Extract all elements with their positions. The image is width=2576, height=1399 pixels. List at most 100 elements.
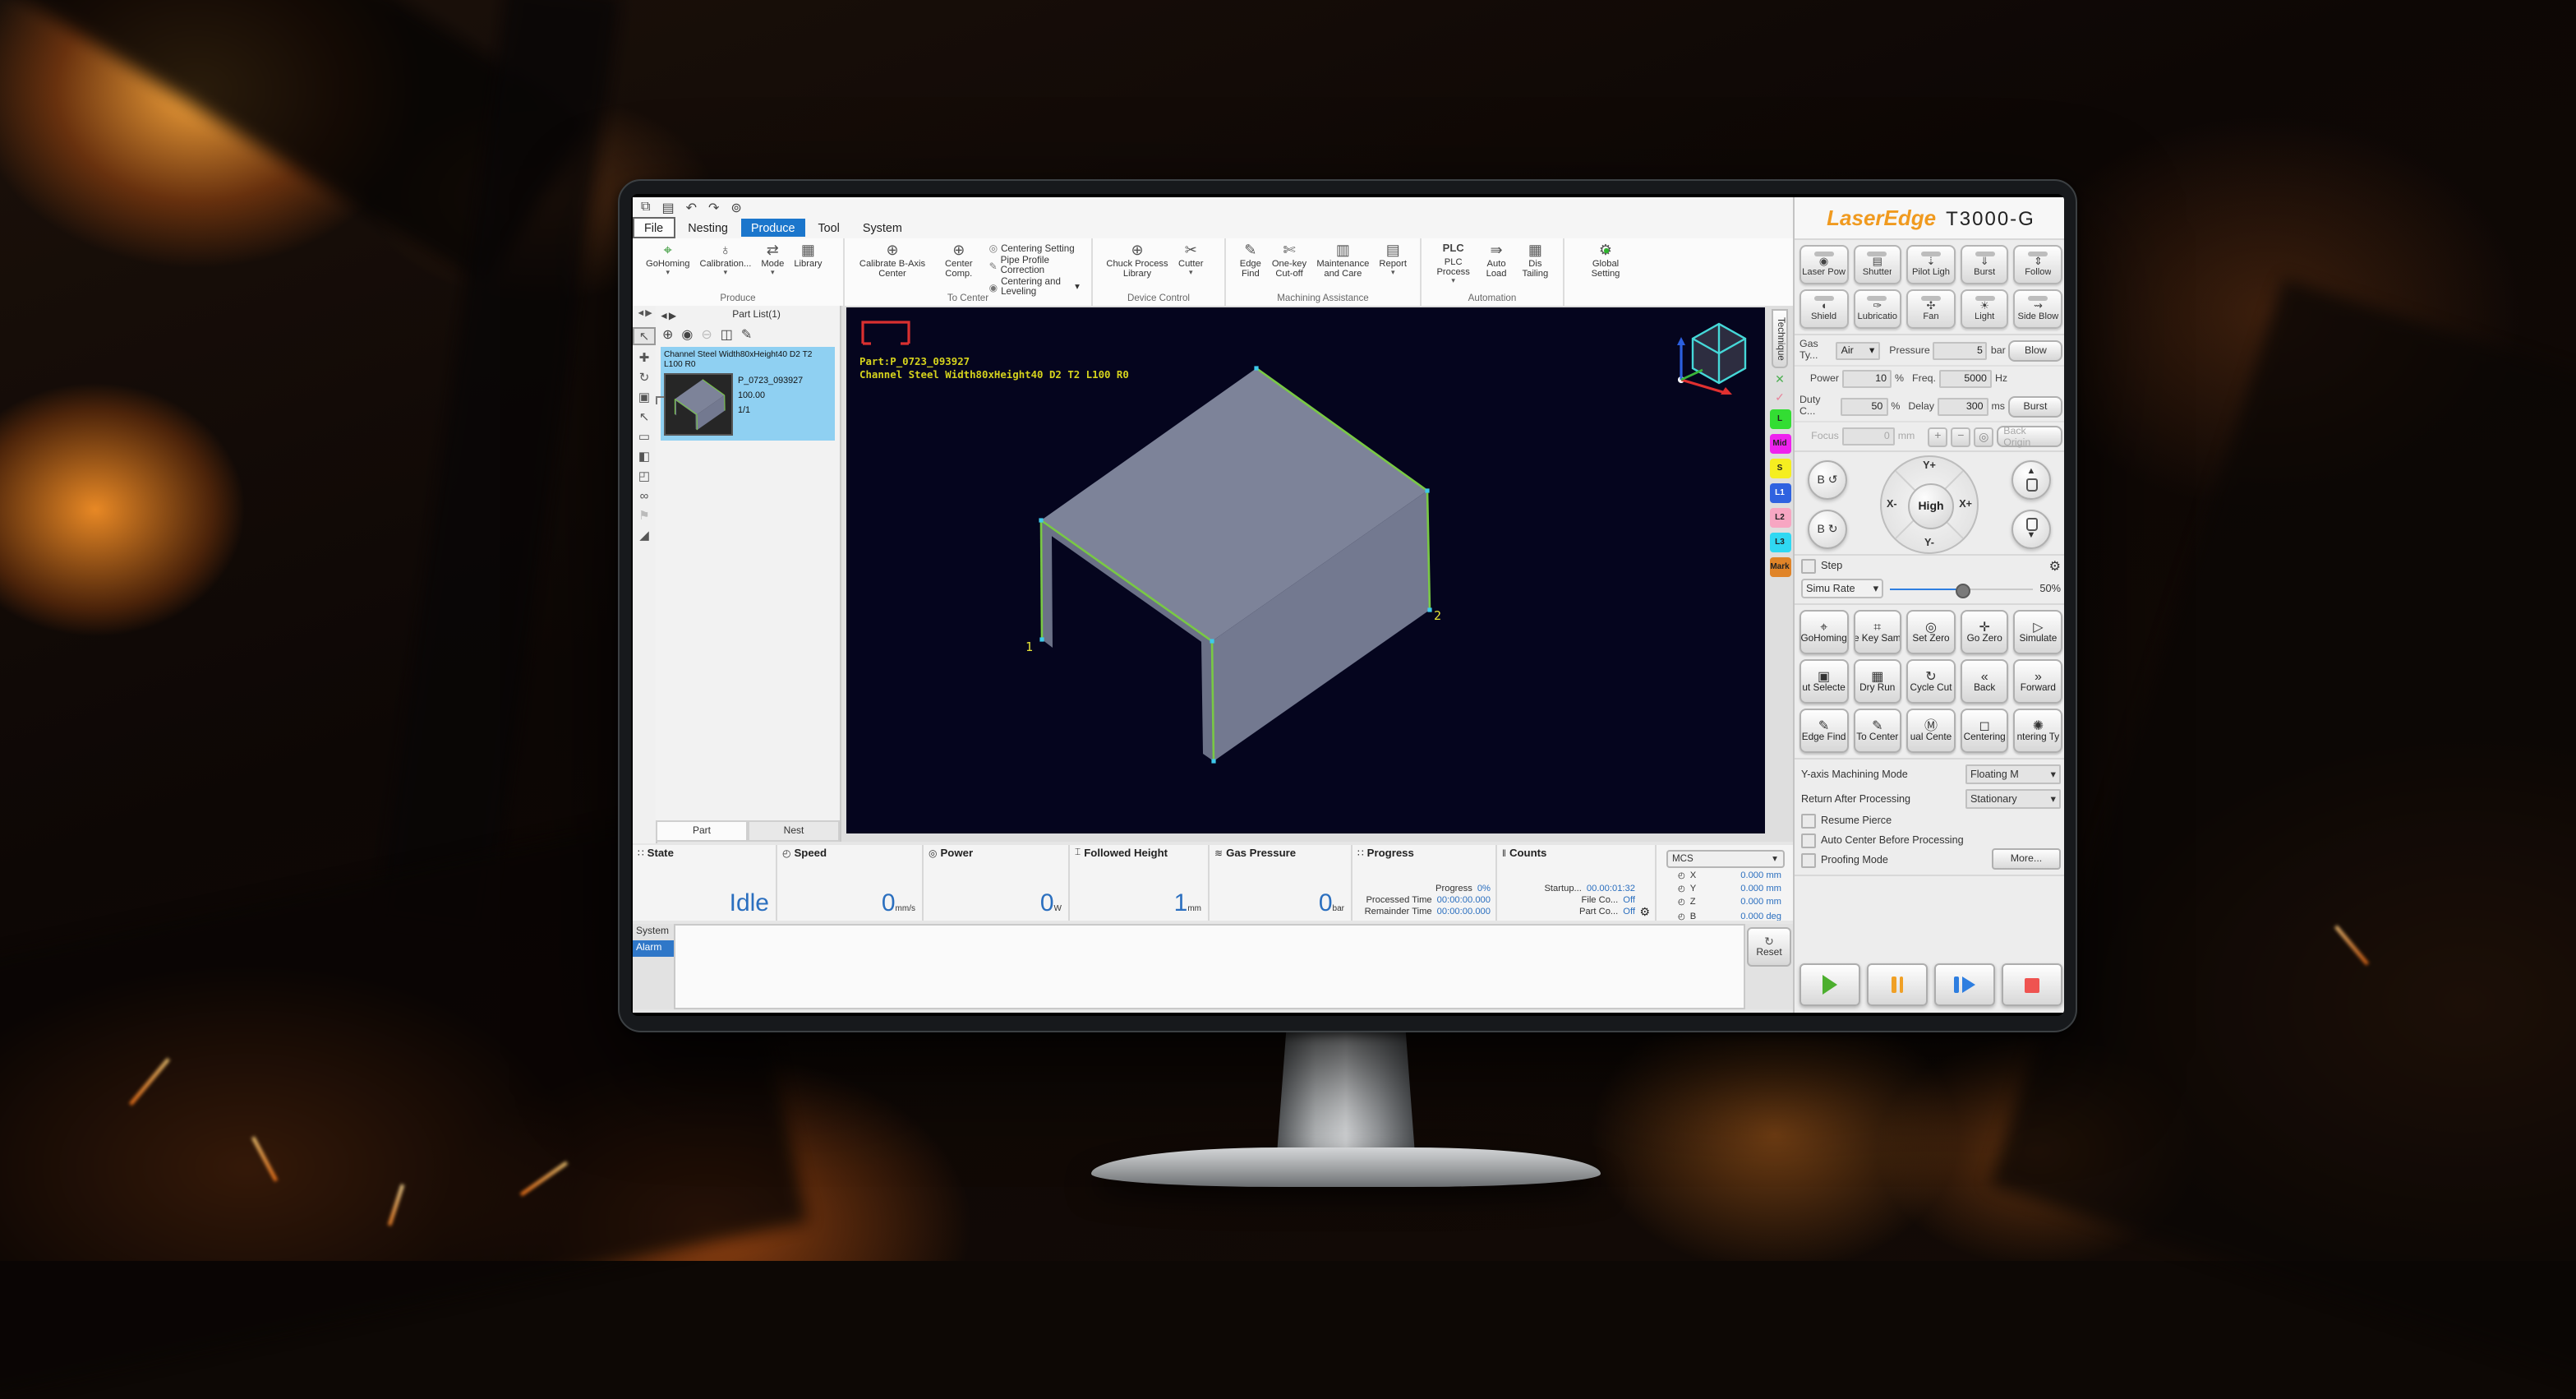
ribbon-edge-find[interactable]: ✎ Edge Find [1239, 242, 1262, 280]
reset-button[interactable]: ↻ Reset [1747, 927, 1791, 967]
layer-chip-Mid[interactable]: Mid [1769, 435, 1790, 455]
simulate-button[interactable]: ▷Simulate [2014, 610, 2062, 654]
measure-icon[interactable]: ▭ [634, 429, 654, 444]
jog-y-minus[interactable]: Y- [1924, 538, 1934, 549]
cycle-cut-button[interactable]: ↻Cycle Cut [1906, 659, 1955, 704]
tab-system-log[interactable]: System [633, 924, 674, 940]
centering-type-button[interactable]: ✺ntering Ty [2014, 709, 2062, 753]
shield-toggle[interactable]: ◖Shield [1800, 289, 1848, 329]
model-view-icon[interactable]: ◫ [721, 327, 733, 342]
dry-run-button[interactable]: ▦Dry Run [1853, 659, 1901, 704]
go-zero-button[interactable]: ✛Go Zero [1961, 610, 2009, 654]
focus-minus-button[interactable]: − [1951, 427, 1970, 446]
add-part-icon[interactable]: ⊕ [662, 327, 673, 342]
menu-tool[interactable]: Tool [809, 219, 850, 237]
coordinate-system-select[interactable]: MCS ▾ [1666, 850, 1784, 868]
layer-chip-L[interactable]: L [1769, 410, 1790, 430]
ribbon-calibration[interactable]: ♁ Calibration... ▾ [700, 242, 752, 276]
focus-plus-button[interactable]: + [1928, 427, 1947, 446]
ribbon-calibrate-b-axis[interactable]: ⊕ Calibrate B-Axis Center [858, 242, 927, 280]
orbit-icon[interactable]: ↻ [634, 370, 654, 385]
resume-button[interactable] [1934, 963, 1995, 1006]
start-button[interactable] [1800, 963, 1860, 1006]
manual-center-button[interactable]: Ⓜual Cente [1906, 709, 1955, 753]
back-origin-button[interactable]: Back Origin [1997, 426, 2062, 447]
collapse-panel-icon[interactable]: ◄▶ [634, 307, 654, 322]
log-view[interactable] [674, 924, 1745, 1009]
view-cube[interactable] [1670, 317, 1755, 396]
new-file-icon[interactable]: ⧉ [641, 199, 650, 215]
auto-center-checkbox[interactable] [1801, 833, 1816, 848]
centering-setting[interactable]: ◎ Centering Setting [989, 243, 1080, 255]
proofing-mode-checkbox[interactable] [1801, 853, 1816, 868]
light-toggle[interactable]: ☀Light [1961, 289, 2009, 329]
pilot-light-toggle[interactable]: ⇣Pilot Ligh [1906, 245, 1955, 284]
peak-power-input[interactable]: 10 [1842, 370, 1892, 388]
cut-selected-button[interactable]: ▣ut Selecte [1800, 659, 1848, 704]
layer-chip-L2[interactable]: L2 [1769, 509, 1790, 529]
simu-rate-select[interactable]: Simu Rate▾ [1801, 579, 1883, 598]
help-icon[interactable]: ⊚ [730, 200, 741, 215]
jog-x-minus[interactable]: X- [1887, 499, 1897, 510]
step-checkbox[interactable] [1801, 559, 1816, 574]
jog-y-plus[interactable]: Y+ [1923, 460, 1936, 472]
focus-origin-button[interactable]: ◎ [1974, 427, 1993, 446]
part-list-item[interactable]: Channel Steel Width80xHeight40 D2 T2 L10… [661, 347, 835, 441]
counts-settings-gear-icon[interactable]: ⚙ [1639, 906, 1650, 919]
tab-part[interactable]: Part [656, 820, 748, 842]
centering-button[interactable]: ◻Centering [1961, 709, 2009, 753]
side-blow-toggle[interactable]: ⇝Side Blow [2014, 289, 2062, 329]
apply-check-icon[interactable]: ✓ [1775, 392, 1785, 405]
collapse-icon[interactable]: ◄▶ [659, 310, 676, 321]
resume-pierce-checkbox[interactable] [1801, 814, 1816, 829]
save-icon[interactable]: ▤ [661, 200, 674, 215]
pick-arrow-icon[interactable]: ↖ [634, 409, 654, 424]
return-mode-select[interactable]: Stationary▾ [1965, 789, 2061, 809]
menu-file[interactable]: File [633, 217, 675, 238]
layer-chip-Mark[interactable]: Mark [1769, 558, 1790, 578]
laser-power-toggle[interactable]: ◉Laser Pow [1800, 245, 1848, 284]
fan-toggle[interactable]: ✣Fan [1906, 289, 1955, 329]
shutter-toggle[interactable]: ▤Shutter [1853, 245, 1901, 284]
back-button[interactable]: «Back [1961, 659, 2009, 704]
one-key-sample-button[interactable]: ⌗e Key Sam [1853, 610, 1901, 654]
pressure-input[interactable]: 5 [1933, 341, 1988, 359]
tab-alarm-log[interactable]: Alarm [633, 940, 674, 957]
ribbon-center-comp[interactable]: ⊕ Center Comp. [937, 242, 981, 280]
layer-chip-L1[interactable]: L1 [1769, 484, 1790, 504]
inspect-icon[interactable]: ∞ [634, 488, 654, 503]
b-axis-cw-button[interactable]: B ↻ [1808, 510, 1847, 549]
freq-input[interactable]: 5000 [1939, 370, 1992, 388]
pipe-profile-correction[interactable]: ✎ Pipe Profile Correction [989, 256, 1080, 276]
tab-nest[interactable]: Nest [748, 820, 840, 842]
z-down-button[interactable]: ▼ [2011, 510, 2051, 549]
edge-find-button[interactable]: ✎Edge Find [1800, 709, 1848, 753]
undo-icon[interactable]: ↶ [686, 200, 697, 215]
ribbon-maintenance[interactable]: ▥ Maintenance and Care [1316, 242, 1369, 280]
ribbon-mode[interactable]: ⇄ Mode ▾ [761, 242, 784, 276]
menu-nesting[interactable]: Nesting [678, 219, 738, 237]
forward-button[interactable]: »Forward [2014, 659, 2062, 704]
fit-view-icon[interactable]: ▣ [634, 390, 654, 404]
menu-produce[interactable]: Produce [741, 219, 805, 237]
simu-rate-slider[interactable] [1890, 580, 2033, 597]
ribbon-chuck-process-library[interactable]: ⊕ Chuck Process Library [1106, 242, 1168, 280]
ribbon-plc-process[interactable]: PLC PLC Process ▾ [1435, 242, 1472, 285]
flag-icon[interactable]: ⚑ [634, 508, 654, 523]
jog-x-plus[interactable]: X+ [1959, 499, 1972, 510]
b-axis-ccw-button[interactable]: B ↺ [1808, 460, 1847, 500]
pause-button[interactable] [1867, 963, 1928, 1006]
blow-button[interactable]: Blow [2009, 339, 2062, 361]
follow-toggle[interactable]: ⇕Follow [2014, 245, 2062, 284]
shading-icon[interactable]: ◢ [634, 528, 654, 543]
to-center-button[interactable]: ✎To Center [1853, 709, 1901, 753]
jog-settings-gear-icon[interactable]: ⚙ [2049, 559, 2061, 574]
ribbon-dis-tailing[interactable]: ▦ Dis Tailing [1521, 242, 1550, 280]
layer-chip-L3[interactable]: L3 [1769, 533, 1790, 553]
burst-toggle[interactable]: ⇓Burst [1961, 245, 2009, 284]
ribbon-report[interactable]: ▤ Report ▾ [1379, 242, 1407, 276]
remove-part-icon[interactable]: ⊖ [701, 327, 712, 342]
ribbon-cutter[interactable]: ✂ Cutter ▾ [1178, 242, 1203, 276]
gas-type-select[interactable]: Air▾ [1836, 341, 1880, 359]
select-cursor-icon[interactable]: ↖ [633, 327, 656, 345]
